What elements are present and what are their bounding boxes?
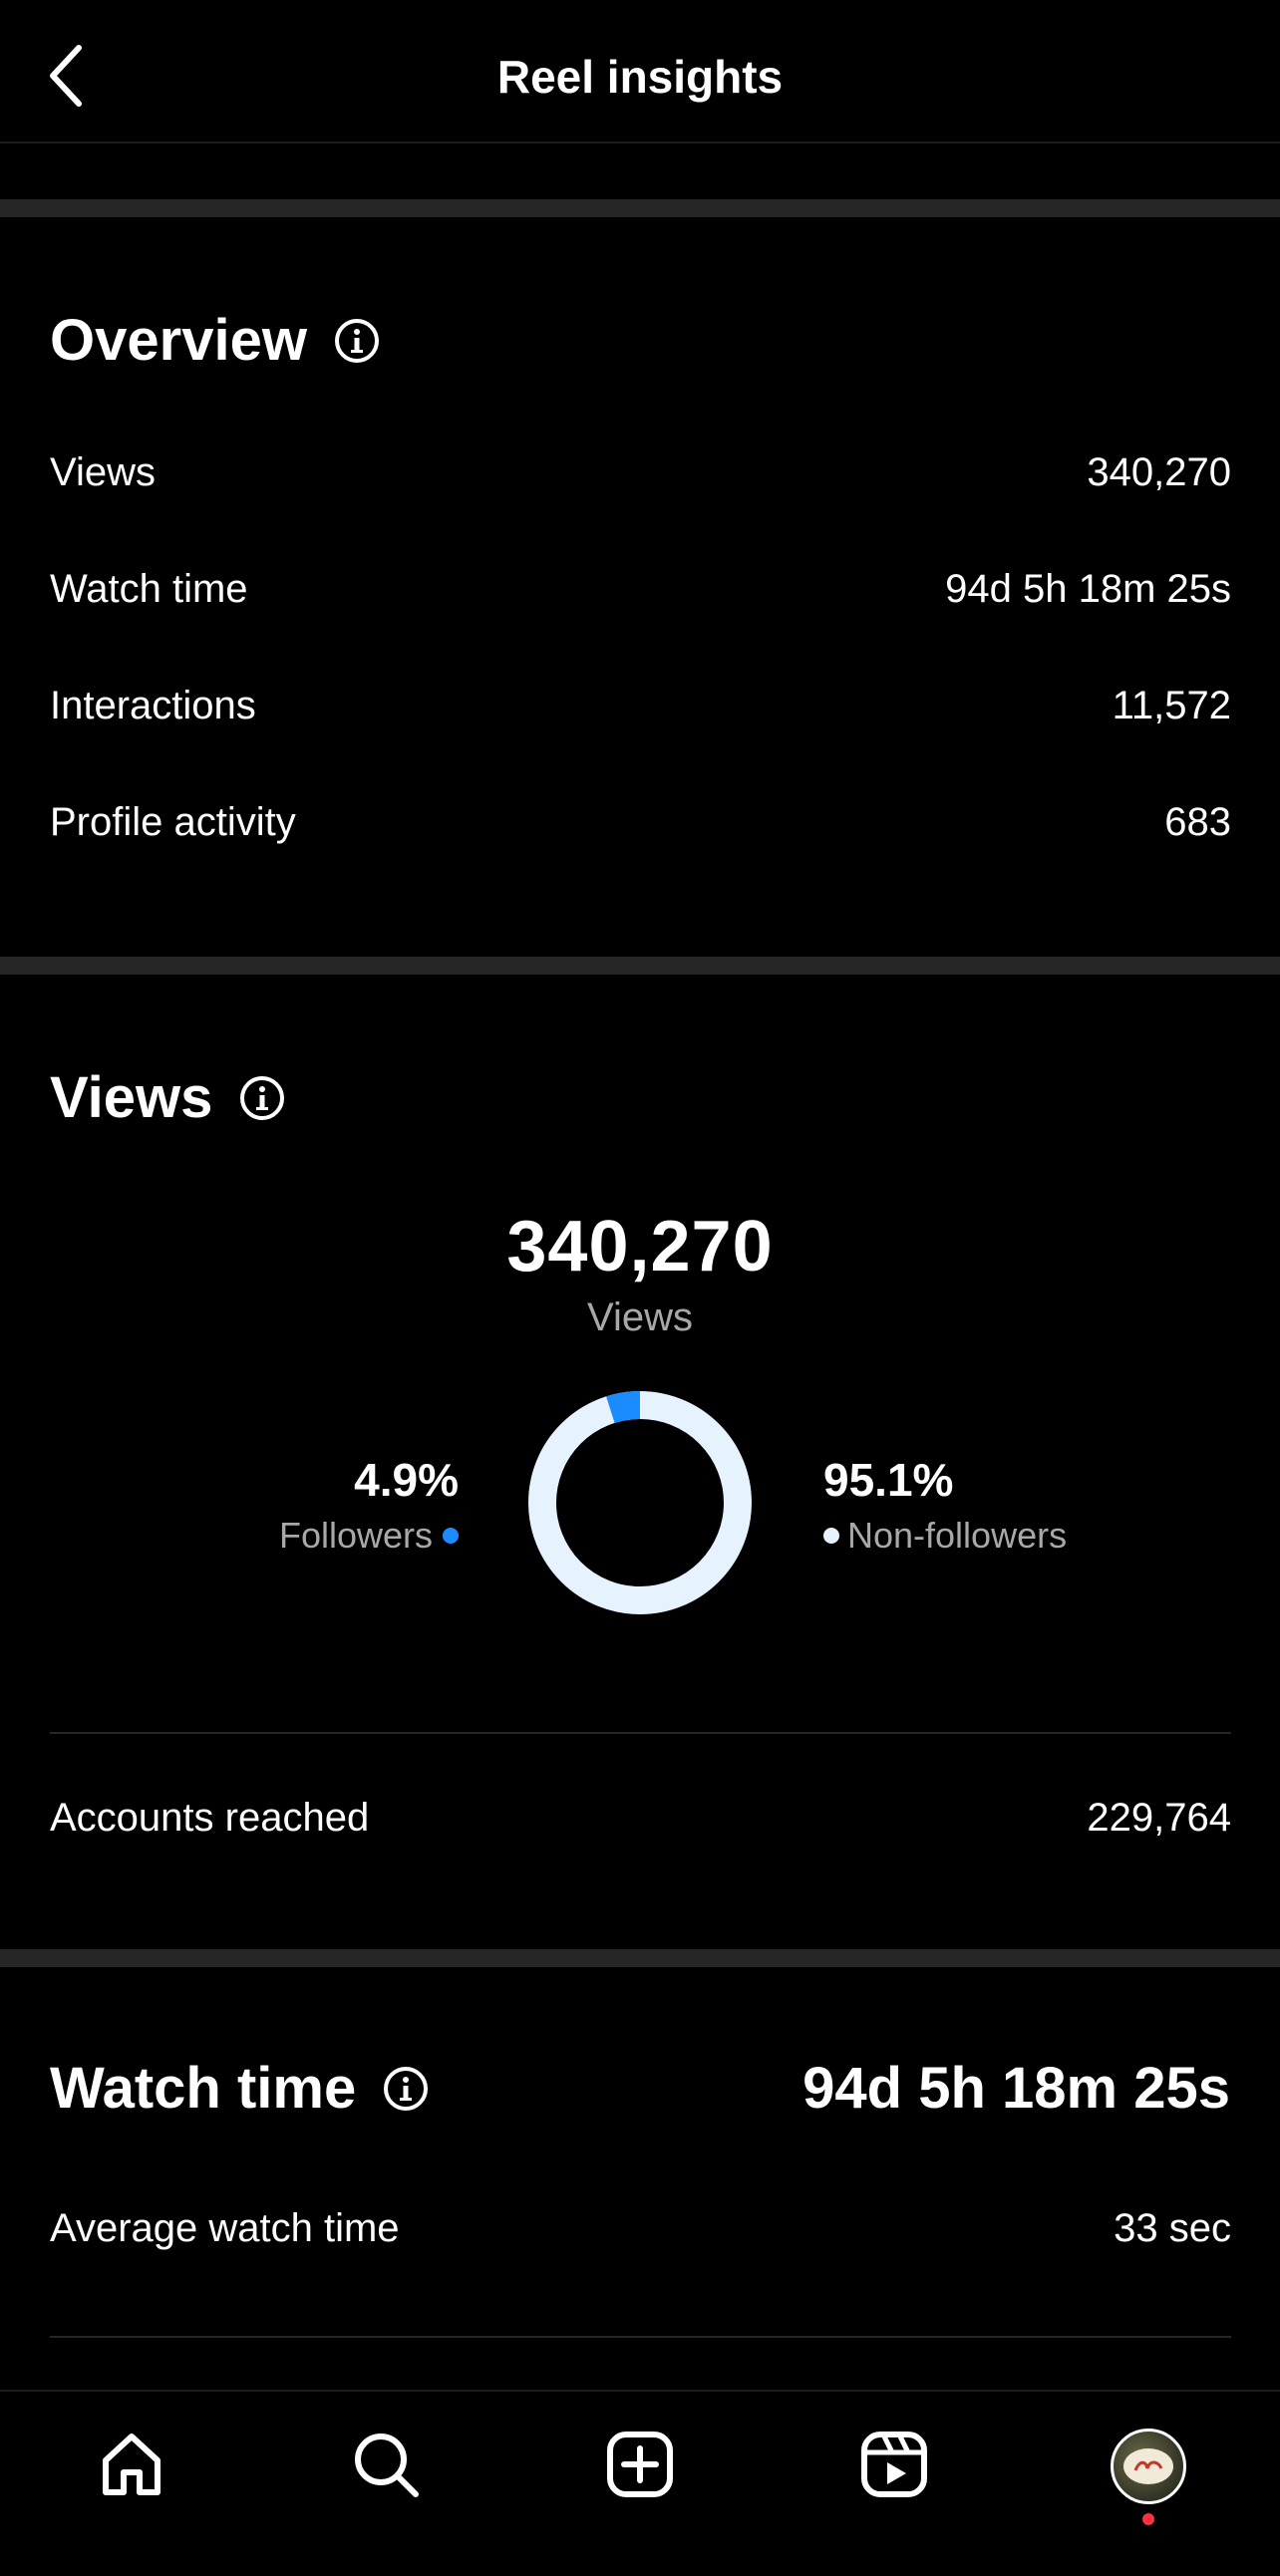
search-icon: [350, 2429, 422, 2505]
overview-title: Overview: [50, 308, 307, 373]
followers-stat: 4.9% Followers: [259, 1453, 459, 1557]
non-followers-legend: Non-followers: [823, 1515, 1222, 1557]
watch-time-title: Watch time: [50, 2056, 357, 2121]
separator-line: [50, 1732, 1231, 1734]
info-icon[interactable]: [382, 2065, 430, 2113]
top-bar: Reel insights: [0, 0, 1280, 143]
followers-label: Followers: [278, 1515, 433, 1556]
overview-row-views: Views 340,270: [50, 450, 1231, 495]
home-icon: [96, 2429, 167, 2505]
overview-row-interactions: Interactions 11,572: [50, 684, 1231, 728]
create-icon: [604, 2429, 676, 2505]
non-followers-percent: 95.1%: [823, 1454, 954, 1506]
row-label: Watch time: [50, 567, 248, 611]
followers-dot: [443, 1528, 459, 1544]
profile-avatar: [1111, 2429, 1186, 2504]
row-label: Profile activity: [50, 800, 296, 844]
non-followers-arc: [528, 1391, 752, 1614]
views-title: Views: [50, 1065, 213, 1130]
average-watch-time-row: Average watch time 33 sec: [50, 2206, 1231, 2251]
row-label: Views: [50, 450, 156, 494]
views-donut-chart: [528, 1391, 752, 1614]
watch-time-total: 94d 5h 18m 25s: [802, 2056, 1230, 2121]
row-value: 683: [1164, 800, 1231, 844]
followers-percent: 4.9%: [354, 1454, 459, 1506]
notification-dot: [1142, 2513, 1154, 2525]
section-divider: [0, 199, 1280, 217]
non-followers-dot: [823, 1528, 839, 1544]
row-value: 229,764: [1087, 1796, 1231, 1840]
avatar-logo: [1123, 2448, 1173, 2484]
accounts-reached-row: Accounts reached 229,764: [50, 1796, 1231, 1841]
row-value: 33 sec: [1114, 2206, 1231, 2250]
row-label: Accounts reached: [50, 1796, 370, 1840]
row-value: 94d 5h 18m 25s: [945, 567, 1231, 611]
row-label: Interactions: [50, 684, 256, 727]
views-total-label: Views: [587, 1295, 693, 1339]
page-title: Reel insights: [496, 51, 784, 103]
info-icon[interactable]: [333, 317, 381, 365]
row-label: Average watch time: [50, 2206, 400, 2250]
overview-section-title: Overview: [50, 307, 381, 374]
nav-profile[interactable]: [1094, 2422, 1203, 2511]
reels-icon: [858, 2429, 930, 2505]
overview-row-profile-activity: Profile activity 683: [50, 800, 1231, 845]
separator-line: [50, 2336, 1231, 2338]
row-value: 11,572: [1112, 684, 1231, 727]
views-total: 340,270: [506, 1207, 774, 1287]
views-section-title: Views: [50, 1064, 286, 1131]
section-divider: [0, 957, 1280, 975]
nav-create[interactable]: [585, 2422, 695, 2511]
non-followers-stat: 95.1% Non-followers: [823, 1453, 1222, 1557]
overview-row-watch-time: Watch time 94d 5h 18m 25s: [50, 567, 1231, 612]
row-value: 340,270: [1087, 450, 1231, 494]
watch-time-section-title: Watch time: [50, 2055, 430, 2122]
info-icon[interactable]: [238, 1074, 286, 1122]
nav-home[interactable]: [77, 2422, 186, 2511]
section-divider: [0, 1949, 1280, 1967]
nav-search[interactable]: [331, 2422, 441, 2511]
non-followers-label: Non-followers: [847, 1515, 1068, 1556]
followers-legend: Followers: [259, 1515, 459, 1557]
nav-reels[interactable]: [839, 2422, 949, 2511]
